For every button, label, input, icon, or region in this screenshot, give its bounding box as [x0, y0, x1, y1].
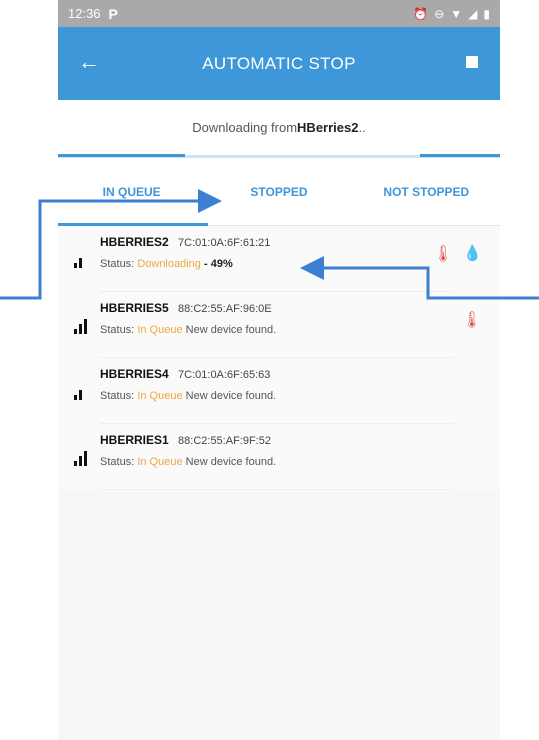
tab-not-stopped[interactable]: NOT STOPPED — [353, 159, 500, 225]
status-state: In Queue — [137, 390, 183, 402]
status-message: New device found. — [185, 390, 277, 402]
device-name: HBERRIES5 — [100, 301, 169, 315]
battery-icon: ▮ — [483, 6, 490, 21]
thermometer-icon: 🌡 — [461, 312, 482, 329]
list-item[interactable]: HBERRIES1 88:C2:55:AF:9F:52 Status: In Q… — [74, 424, 454, 490]
download-device-name: HBerries2 — [297, 119, 359, 135]
download-status-panel: Downloading from HBerries2 .. — [58, 100, 500, 154]
device-name: HBERRIES2 — [100, 235, 169, 249]
phone-screen: 12:36 P ⏰ ⊖ ▼ ◢ ▮ ← AUTOMATIC STOP Downl… — [58, 0, 500, 740]
device-mac: 88:C2:55:AF:9F:52 — [178, 435, 271, 447]
thermometer-icon: 🌡 — [433, 246, 454, 263]
tab-bar: IN QUEUE STOPPED NOT STOPPED — [58, 159, 500, 226]
app-bar: ← AUTOMATIC STOP — [58, 27, 500, 100]
download-prefix: Downloading from — [192, 119, 298, 135]
status-state: In Queue — [137, 456, 183, 468]
status-percent: - 49% — [203, 258, 233, 270]
page-title: AUTOMATIC STOP — [202, 53, 356, 73]
device-name: HBERRIES4 — [100, 367, 169, 381]
signal-strength-icon — [74, 318, 87, 334]
signal-icon: ◢ — [468, 6, 478, 21]
wifi-icon: ▼ — [450, 6, 463, 21]
tab-in-queue[interactable]: IN QUEUE — [58, 159, 205, 225]
signal-strength-icon — [74, 384, 82, 400]
status-state: In Queue — [137, 324, 183, 336]
status-time: 12:36 — [68, 6, 101, 21]
signal-strength-icon — [74, 450, 87, 466]
alarm-icon: ⏰ — [413, 6, 429, 21]
device-status: Status: Downloading - 49% — [100, 258, 233, 270]
device-list: HBERRIES2 7C:01:0A:6F:61:21 Status: Down… — [58, 226, 500, 490]
status-bar: 12:36 P ⏰ ⊖ ▼ ◢ ▮ — [58, 0, 500, 27]
stop-square-icon[interactable] — [466, 56, 478, 68]
list-item[interactable]: HBERRIES2 7C:01:0A:6F:61:21 Status: Down… — [74, 226, 482, 292]
back-arrow-icon[interactable]: ← — [78, 49, 100, 75]
list-item[interactable]: HBERRIES5 88:C2:55:AF:96:0E Status: In Q… — [74, 292, 482, 358]
device-mac: 7C:01:0A:6F:65:63 — [178, 369, 271, 381]
status-message: New device found. — [185, 324, 277, 336]
device-mac: 88:C2:55:AF:96:0E — [178, 303, 272, 315]
water-drop-icon: 💧 — [463, 245, 482, 262]
list-item[interactable]: HBERRIES4 7C:01:0A:6F:65:63 Status: In Q… — [74, 358, 454, 424]
app-notification-icon: P — [108, 5, 118, 22]
status-message: New device found. — [185, 456, 277, 468]
status-state: Downloading — [137, 258, 201, 270]
device-name: HBERRIES1 — [100, 433, 169, 447]
signal-strength-icon — [74, 252, 82, 268]
device-status: Status: In Queue New device found. — [100, 456, 277, 468]
status-icons: ⏰ ⊖ ▼ ◢ ▮ — [413, 7, 490, 21]
tab-stopped[interactable]: STOPPED — [205, 159, 352, 225]
device-status: Status: In Queue New device found. — [100, 390, 277, 402]
download-suffix: .. — [358, 119, 366, 135]
minus-circle-icon: ⊖ — [434, 6, 445, 21]
device-status: Status: In Queue New device found. — [100, 324, 277, 336]
device-mac: 7C:01:0A:6F:61:21 — [178, 237, 271, 249]
